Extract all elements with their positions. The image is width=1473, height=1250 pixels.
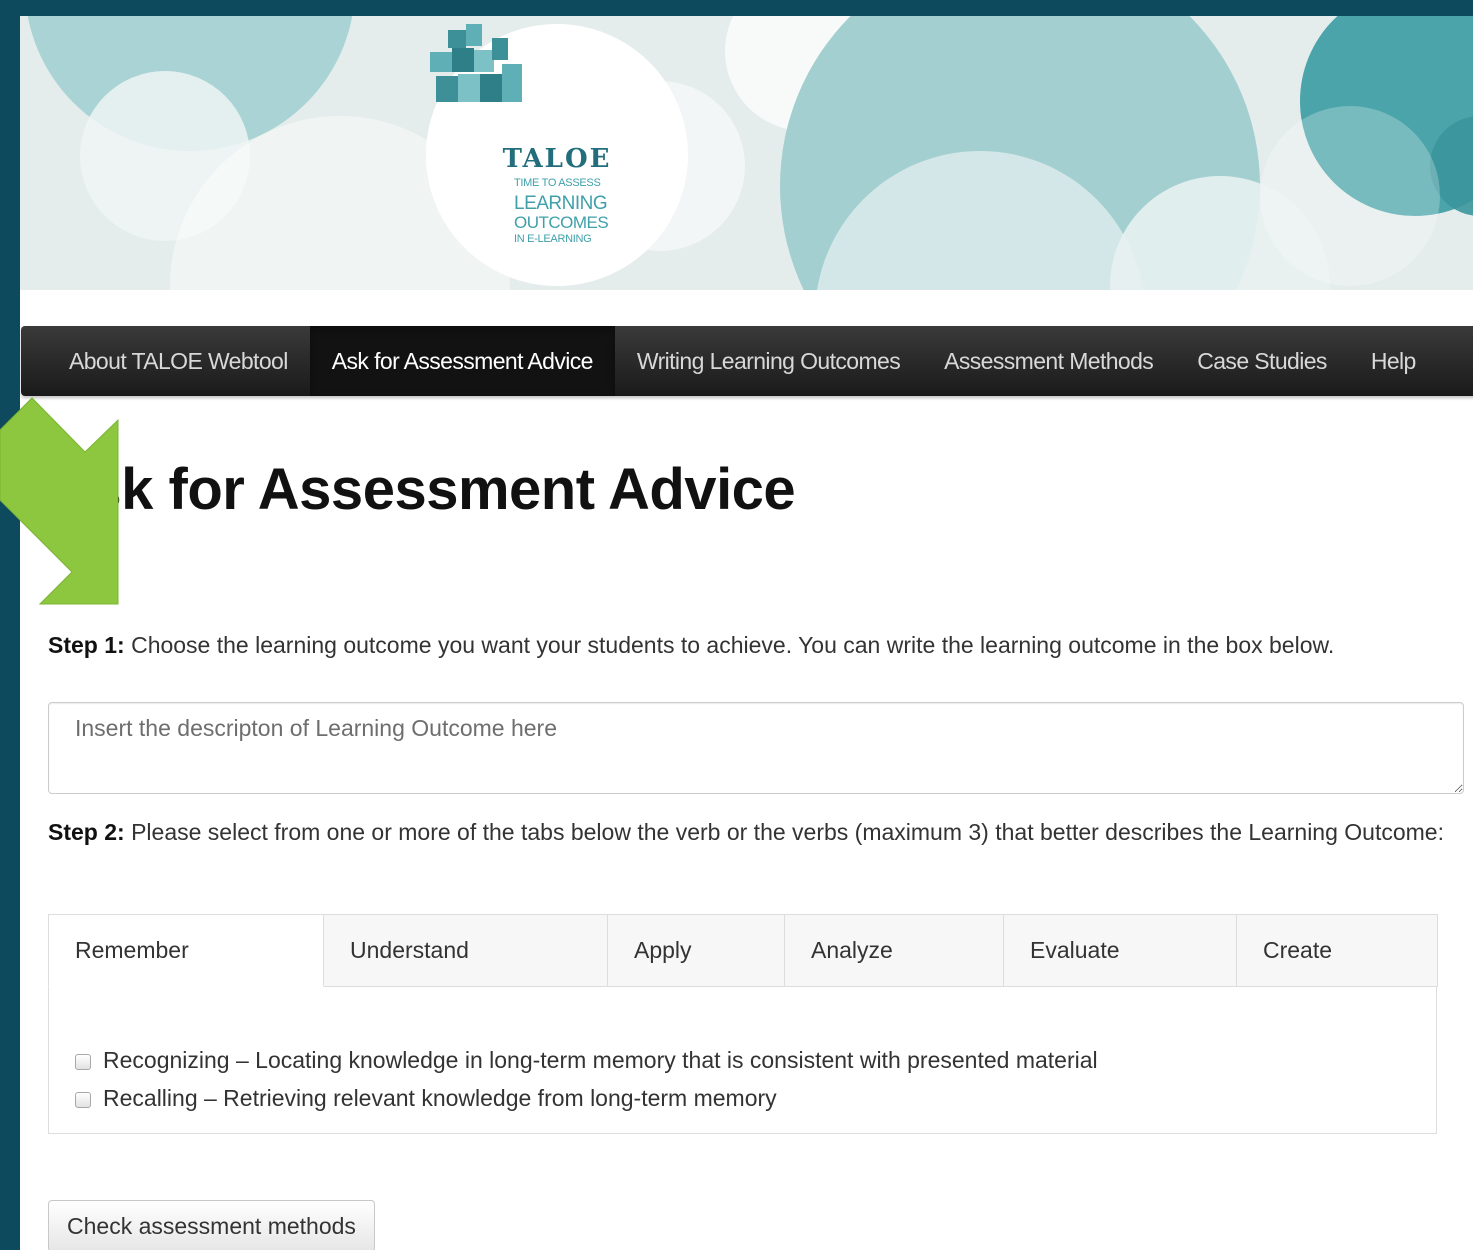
step-1-text: Choose the learning outcome you want you… (124, 632, 1335, 658)
nav-item-ask-advice[interactable]: Ask for Assessment Advice (309, 326, 615, 396)
verb-tabs: Remember Understand Apply Analyze Evalua… (48, 914, 1438, 987)
step-2-text: Please select from one or more of the ta… (124, 819, 1444, 845)
verb-list: Recognizing – Locating knowledge in long… (75, 1041, 1098, 1117)
tab-apply[interactable]: Apply (608, 914, 785, 987)
list-item[interactable]: Recalling – Retrieving relevant knowledg… (75, 1079, 1098, 1117)
logo-line: TIME TO ASSESS (514, 177, 601, 189)
tab-analyze[interactable]: Analyze (785, 914, 1004, 987)
tab-remember[interactable]: Remember (48, 914, 324, 987)
step-2-instructions: Step 2: Please select from one or more o… (48, 813, 1448, 851)
check-assessment-methods-button[interactable]: Check assessment methods (48, 1200, 375, 1250)
stacked-cubes-icon (430, 24, 522, 102)
nav-item-writing-outcomes[interactable]: Writing Learning Outcomes (615, 326, 922, 396)
logo-line: LEARNING (514, 193, 608, 214)
verb-label: Recalling – Retrieving relevant knowledg… (103, 1084, 777, 1111)
list-item[interactable]: Recognizing – Locating knowledge in long… (75, 1041, 1098, 1079)
verb-label: Recognizing – Locating knowledge in long… (103, 1046, 1098, 1073)
page-title: Ask for Assessment Advice (48, 457, 796, 522)
page: TALOE TIME TO ASSESS LEARNING OUTCOMES I… (20, 16, 1473, 1250)
step-1-label: Step 1: (48, 632, 125, 658)
arrow-down-right-icon (0, 397, 119, 605)
learning-outcome-input[interactable] (48, 702, 1464, 794)
step-2-label: Step 2: (48, 819, 125, 845)
logo-line: IN E-LEARNING (514, 233, 592, 245)
recognizing-checkbox[interactable] (75, 1054, 91, 1070)
recalling-checkbox[interactable] (75, 1092, 91, 1108)
verb-tabs-panel: Remember Understand Apply Analyze Evalua… (48, 914, 1438, 1134)
tab-evaluate[interactable]: Evaluate (1004, 914, 1237, 987)
logo[interactable]: TALOE TIME TO ASSESS LEARNING OUTCOMES I… (426, 24, 688, 286)
step-1-instructions: Step 1: Choose the learning outcome you … (48, 626, 1448, 664)
logo-title: TALOE (502, 144, 612, 174)
header-banner: TALOE TIME TO ASSESS LEARNING OUTCOMES I… (20, 16, 1473, 290)
main-navbar: About TALOE Webtool Ask for Assessment A… (21, 326, 1473, 396)
tab-understand[interactable]: Understand (324, 914, 608, 987)
nav-item-case-studies[interactable]: Case Studies (1175, 326, 1349, 396)
banner-background (27, 16, 1473, 290)
nav-item-help[interactable]: Help (1349, 326, 1438, 396)
nav-item-assessment-methods[interactable]: Assessment Methods (922, 326, 1175, 396)
logo-line: OUTCOMES (514, 213, 609, 232)
tab-create[interactable]: Create (1237, 914, 1438, 987)
